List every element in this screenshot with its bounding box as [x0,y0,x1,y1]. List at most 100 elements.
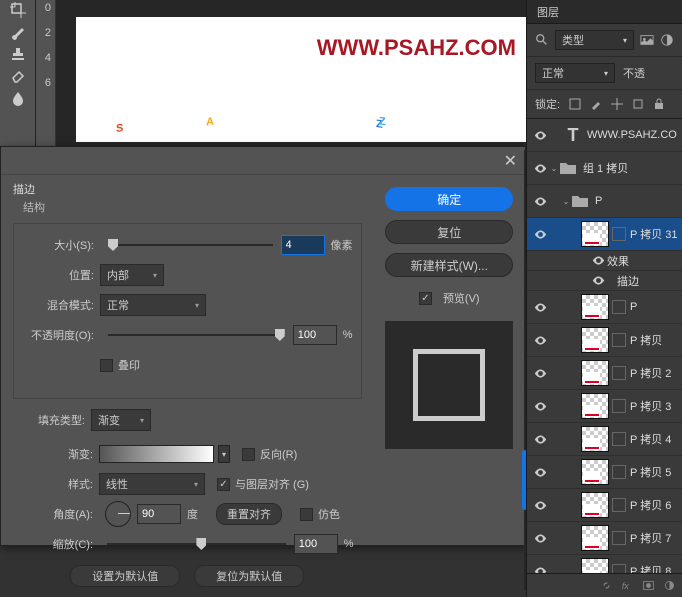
mask-thumb [612,399,626,413]
blend-mode-select[interactable]: 正常▾ [535,63,615,83]
angle-input[interactable] [137,504,181,524]
position-select[interactable]: 内部▾ [100,264,164,286]
adjustment-icon[interactable] [663,579,676,592]
visibility-icon[interactable] [531,433,549,446]
filter-kind-select[interactable]: 类型▾ [555,30,634,50]
layer-row[interactable]: P 拷贝 4 [527,423,682,456]
visibility-icon[interactable] [531,499,549,512]
visibility-icon[interactable] [531,367,549,380]
twirl-icon[interactable]: ⌄ [561,197,571,206]
reset-align-button[interactable]: 重置对齐 [216,503,282,525]
layer-row[interactable]: ⌄P [527,185,682,218]
reset-button[interactable]: 复位 [385,220,513,244]
preview-checkbox[interactable] [419,292,432,305]
preview-box [385,321,513,449]
lock-all-icon[interactable] [653,98,665,110]
layer-row[interactable]: P 拷贝 6 [527,489,682,522]
visibility-icon[interactable] [531,162,549,175]
visibility-icon[interactable] [531,466,549,479]
layer-name: P 拷贝 31 [630,226,678,242]
layer-row[interactable]: P [527,291,682,324]
layer-row[interactable]: P 拷贝 3 [527,390,682,423]
canvas-art: S A Z Z [116,57,496,142]
visibility-icon[interactable] [531,334,549,347]
layer-name: P [595,195,602,207]
lock-pixels-icon[interactable] [569,98,581,110]
ok-button[interactable]: 确定 [385,187,513,211]
filter-adjust-icon[interactable] [660,33,674,47]
layer-row[interactable]: 效果 [527,251,682,271]
layer-row[interactable]: P 拷贝 5 [527,456,682,489]
angle-knob[interactable] [105,501,131,527]
canvas-area: WWW.PSAHZ.COM S A Z Z [56,0,526,150]
layer-row[interactable]: P 拷贝 8 [527,555,682,573]
layer-row[interactable]: 描边 [527,271,682,291]
layer-name: P 拷贝 2 [630,365,671,381]
scale-slider[interactable] [107,535,286,553]
visibility-icon[interactable] [531,129,549,142]
fx-icon[interactable]: fx [621,579,634,592]
layer-row[interactable]: TWWW.PSAHZ.CO [527,119,682,152]
search-icon[interactable] [535,33,549,47]
opacity-input[interactable] [293,325,337,345]
layer-name: WWW.PSAHZ.CO [587,129,677,141]
svg-text:S: S [116,122,123,135]
size-slider[interactable] [108,236,273,254]
scale-input[interactable] [294,534,338,554]
mask-thumb [612,432,626,446]
layer-name: P [630,301,637,313]
tool-brush[interactable] [10,24,26,40]
reverse-checkbox[interactable] [242,448,255,461]
mask-icon[interactable] [642,579,655,592]
lock-position-icon[interactable] [611,98,623,110]
layer-name: P 拷贝 3 [630,398,671,414]
layer-row[interactable]: P 拷贝 31 [527,218,682,251]
tool-eraser[interactable] [10,68,26,84]
mask-thumb [612,465,626,479]
mask-thumb [612,498,626,512]
layer-name: 描边 [617,273,639,289]
visibility-icon[interactable] [531,228,549,241]
opacity-slider[interactable] [108,326,285,344]
mask-thumb [612,564,626,573]
twirl-icon[interactable]: ⌄ [549,164,559,173]
blend-select[interactable]: 正常▾ [100,294,206,316]
close-icon[interactable]: ✕ [504,151,517,171]
tool-gradient[interactable] [10,90,26,106]
mask-thumb [612,227,626,241]
gradient-swatch[interactable] [99,445,214,463]
visibility-icon[interactable] [531,565,549,574]
dither-checkbox[interactable] [300,508,313,521]
visibility-icon[interactable] [531,532,549,545]
layer-name: P 拷贝 5 [630,464,671,480]
layer-row[interactable]: ⌄组 1 拷贝 [527,152,682,185]
align-checkbox[interactable] [217,478,230,491]
layer-row[interactable]: P 拷贝 [527,324,682,357]
reset-default-button[interactable]: 复位为默认值 [194,565,304,587]
tool-stamp[interactable] [10,46,26,62]
visibility-icon[interactable] [589,274,607,287]
layer-row[interactable]: P 拷贝 2 [527,357,682,390]
size-input[interactable] [281,235,325,255]
style-select[interactable]: 线性▾ [99,473,205,495]
tool-crop[interactable] [10,2,26,18]
filltype-select[interactable]: 渐变▾ [91,409,151,431]
filter-image-icon[interactable] [640,33,654,47]
overprint-checkbox[interactable] [100,359,113,372]
new-style-button[interactable]: 新建样式(W)... [385,253,513,277]
canvas[interactable]: WWW.PSAHZ.COM S A Z Z [76,17,526,142]
link-icon[interactable] [600,579,613,592]
visibility-icon[interactable] [531,195,549,208]
lock-brush-icon[interactable] [590,98,602,110]
layers-list: TWWW.PSAHZ.CO⌄组 1 拷贝⌄PP 拷贝 31效果描边PP 拷贝P … [527,119,682,573]
visibility-icon[interactable] [531,400,549,413]
layers-panel: 图层 类型▾ 正常▾ 不透 锁定: TWWW.PSAHZ.CO⌄组 1 拷贝⌄P… [526,0,682,597]
layers-tab[interactable]: 图层 [527,0,682,24]
visibility-icon[interactable] [589,254,607,267]
set-default-button[interactable]: 设置为默认值 [70,565,180,587]
visibility-icon[interactable] [531,301,549,314]
layer-name: P 拷贝 4 [630,431,671,447]
gradient-dropdown[interactable]: ▾ [218,445,230,463]
lock-artboard-icon[interactable] [632,98,644,110]
layer-row[interactable]: P 拷贝 7 [527,522,682,555]
